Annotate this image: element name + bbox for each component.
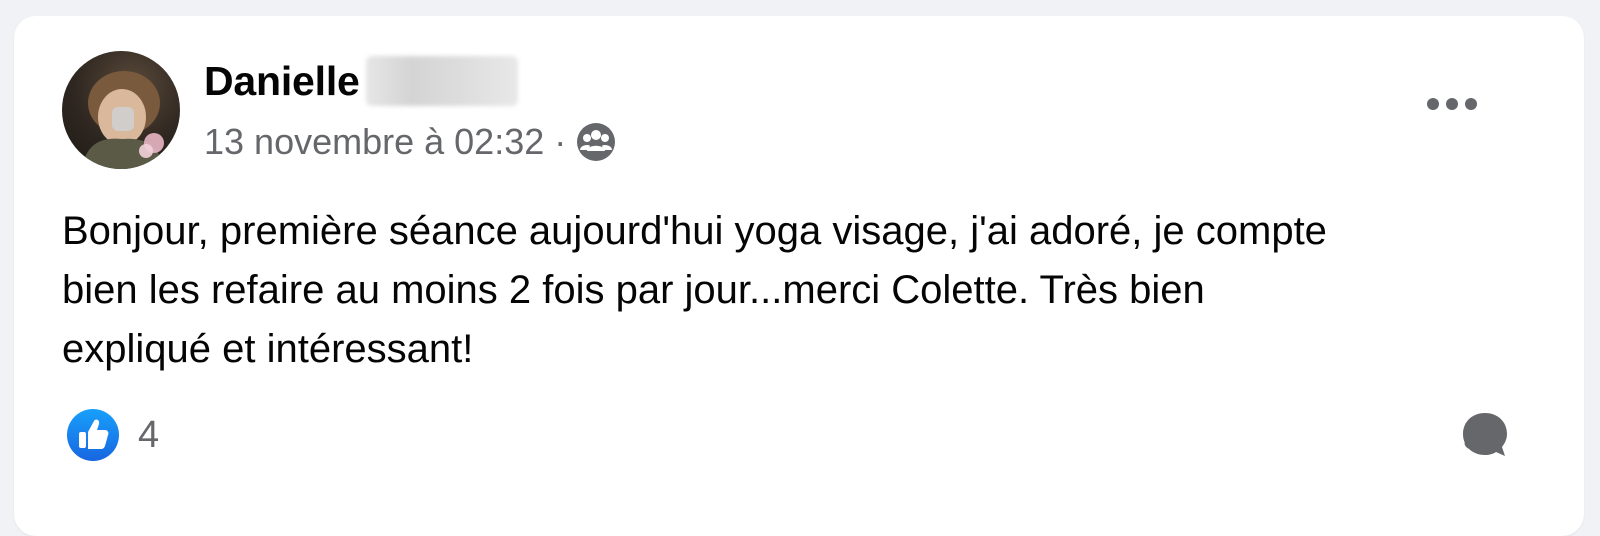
author-name[interactable]: Danielle <box>204 58 360 105</box>
meta-separator: · <box>554 121 567 162</box>
group-audience-icon[interactable] <box>576 122 616 162</box>
avatar-photo <box>82 71 164 169</box>
author-row: Danielle <box>204 56 518 106</box>
like-icon[interactable] <box>66 408 120 462</box>
post-meta: 13 novembre à 02:32 · <box>204 120 616 164</box>
more-options-icon[interactable] <box>1412 80 1492 128</box>
author-avatar[interactable] <box>62 51 180 169</box>
post-body-text: Bonjour, première séance aujourd'hui yog… <box>62 209 1327 371</box>
post-timestamp[interactable]: 13 novembre à 02:32 <box>204 121 544 163</box>
comment-icon[interactable] <box>1460 410 1510 460</box>
redacted-surname <box>365 56 518 106</box>
post-card: Danielle 13 novembre à 02:32 · Bonjour, … <box>14 16 1584 536</box>
like-count[interactable]: 4 <box>138 408 159 462</box>
